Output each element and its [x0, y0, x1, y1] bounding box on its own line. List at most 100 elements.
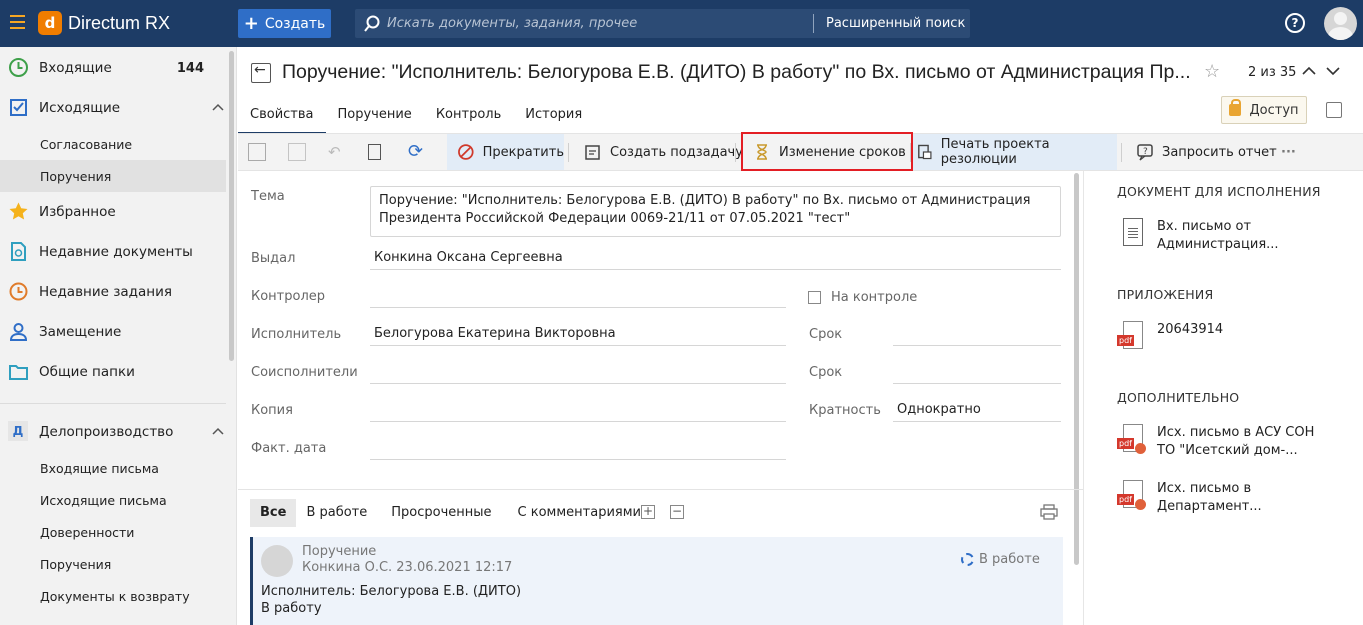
access-button[interactable]: Доступ [1221, 96, 1307, 124]
on-control-checkbox[interactable] [808, 291, 821, 304]
recent-document-icon [11, 242, 26, 261]
coexecutors-label: Соисполнители [251, 365, 358, 380]
user-avatar[interactable] [1324, 7, 1357, 40]
subject-field[interactable]: Поручение: "Исполнитель: Белогурова Е.В.… [370, 186, 1061, 237]
request-report-label: Запросить отчет [1162, 144, 1277, 160]
tab-properties[interactable]: Свойства [238, 102, 326, 134]
sidebar-item-shared-folders[interactable]: Общие папки [0, 352, 226, 392]
sidebar-item-label: Поручения [40, 168, 112, 184]
sidebar-subitem[interactable]: Поручения [0, 548, 226, 580]
sidebar-section-records[interactable]: Д Делопроизводство [0, 412, 226, 452]
sidebar-subitem[interactable]: Документы к возврату [0, 580, 226, 612]
additional-document-link[interactable]: pdf Исх. письмо в АСУ СОН ТО "Исетский д… [1117, 424, 1317, 460]
favorite-star-icon[interactable]: ☆ [1204, 61, 1220, 82]
sidebar-item-substitution[interactable]: Замещение [0, 312, 226, 352]
svg-text:?: ? [1143, 147, 1148, 157]
tab-bar: Свойства Поручение Контроль История [238, 102, 594, 134]
help-icon[interactable]: ? [1285, 13, 1305, 33]
thread-tab-in-work[interactable]: В работе [296, 499, 377, 527]
content-scrollbar[interactable] [1074, 173, 1079, 565]
printer-icon[interactable] [1040, 504, 1058, 520]
copy-button[interactable] [368, 134, 389, 170]
on-control-label: На контроле [831, 290, 918, 305]
additional-document-title: Исх. письмо в Департамент... [1157, 481, 1262, 514]
request-report-button[interactable]: ? Запросить отчет [1136, 134, 1277, 170]
additional-document-link[interactable]: pdf Исх. письмо в Департамент... [1117, 480, 1317, 516]
sidebar: Входящие 144 Исходящие Согласование Пору… [0, 47, 237, 625]
executor-field[interactable]: Белогурова Екатерина Викторовна [370, 324, 786, 346]
sidebar-item-label: Входящие [39, 60, 112, 76]
clock-icon [9, 58, 28, 77]
copy-field[interactable] [370, 400, 786, 422]
stop-button[interactable]: Прекратить [447, 134, 564, 170]
controller-field[interactable] [370, 286, 786, 308]
issued-field[interactable]: Конкина Оксана Сергеевна [370, 248, 1061, 270]
save-button[interactable] [248, 134, 274, 170]
sidebar-item-label: Доверенности [40, 524, 135, 540]
refresh-button[interactable]: ⟳ [408, 134, 434, 170]
chevron-up-icon[interactable] [1302, 64, 1316, 78]
open-external-icon[interactable] [1326, 102, 1342, 118]
back-button[interactable] [251, 62, 271, 83]
thread-filter-tabs: Все В работе Просроченные С комментариям… [250, 499, 651, 529]
deadline-label: Срок [809, 327, 843, 342]
undo-button[interactable]: ↶ [328, 134, 354, 170]
thread-note[interactable]: Поручение Конкина О.С. 23.06.2021 12:17 … [250, 537, 1063, 625]
access-label: Доступ [1249, 102, 1299, 118]
actual-date-field[interactable] [370, 438, 786, 460]
sidebar-subitem[interactable]: Входящие письма [0, 452, 226, 484]
tab-control[interactable]: Контроль [424, 102, 513, 134]
note-status: В работе [961, 552, 1040, 567]
sidebar-item-label: Исходящие письма [40, 492, 167, 508]
more-actions-button[interactable]: ··· [1281, 134, 1296, 170]
sidebar-section-label: Делопроизводство [39, 424, 174, 440]
sidebar-item-recent-docs[interactable]: Недавние документы [0, 232, 226, 272]
toolbar-divider [568, 143, 569, 162]
chevron-up-icon[interactable] [212, 101, 224, 113]
deadline2-field[interactable] [893, 362, 1061, 384]
user-icon [9, 323, 28, 341]
sidebar-scrollbar[interactable] [229, 51, 234, 361]
related-document-link[interactable]: Вх. письмо от Администрация... [1117, 218, 1317, 254]
sidebar-subitem[interactable]: Доверенности [0, 516, 226, 548]
chevron-down-icon[interactable] [1326, 64, 1340, 78]
thread-tab-all[interactable]: Все [250, 499, 297, 527]
lock-icon [1229, 99, 1242, 116]
save-icon [248, 143, 266, 161]
deadline-field[interactable] [893, 324, 1061, 346]
collapse-all-button[interactable]: − [670, 505, 684, 519]
checklist-icon [10, 99, 27, 116]
tab-history[interactable]: История [513, 102, 594, 134]
coexecutors-field[interactable] [370, 362, 786, 384]
search-input[interactable] [387, 9, 827, 38]
sidebar-item-inbox[interactable]: Входящие 144 [0, 48, 226, 88]
sidebar-subitem-assignments[interactable]: Поручения [0, 160, 226, 192]
undo-icon: ↶ [328, 143, 341, 161]
attachment-link[interactable]: pdf 20643914 [1117, 321, 1317, 357]
menu-icon[interactable] [10, 15, 25, 29]
chevron-up-icon[interactable] [212, 425, 224, 437]
sidebar-item-recent-tasks[interactable]: Недавние задания [0, 272, 226, 312]
tab-assignment[interactable]: Поручение [326, 102, 424, 134]
thread-tab-comments[interactable]: С комментариями [502, 499, 651, 527]
note-status-label: В работе [979, 552, 1040, 567]
sidebar-subitem[interactable]: Исходящие письма [0, 484, 226, 516]
print-resolution-button[interactable]: Печать проекта резолюции [913, 134, 1117, 170]
create-subtask-button[interactable]: Создать подзадачу [584, 134, 743, 170]
related-panel: ДОКУМЕНТ ДЛЯ ИСПОЛНЕНИЯ Вх. письмо от Ад… [1083, 171, 1363, 625]
frequency-field[interactable]: Однократно [893, 400, 1061, 422]
logo-icon: d [38, 11, 62, 35]
note-type: Поручение [302, 544, 377, 559]
highlight-box [741, 132, 913, 171]
sidebar-item-favorites[interactable]: Избранное [0, 192, 226, 232]
document-icon [1123, 218, 1143, 246]
sidebar-subitem-approval[interactable]: Согласование [0, 128, 226, 160]
create-button[interactable]: + Создать [238, 9, 331, 38]
sidebar-item-outbox[interactable]: Исходящие [0, 88, 226, 128]
expand-all-button[interactable]: + [641, 505, 655, 519]
toolbar-divider [735, 143, 736, 162]
thread-tab-overdue[interactable]: Просроченные [377, 499, 501, 527]
advanced-search-link[interactable]: Расширенный поиск [813, 14, 965, 33]
save-close-button[interactable] [288, 134, 314, 170]
create-label: Создать [264, 15, 326, 32]
